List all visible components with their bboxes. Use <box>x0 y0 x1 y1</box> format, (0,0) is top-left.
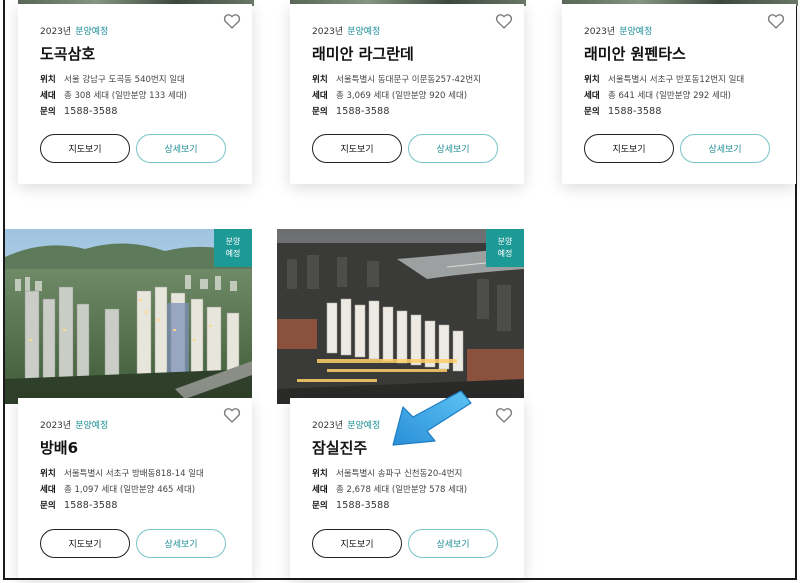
inquiry-label: 문의 <box>312 501 328 511</box>
households-label: 세대 <box>312 91 328 101</box>
location-value: 서울 강남구 도곡동 540번지 일대 <box>64 75 185 85</box>
inquiry-label: 문의 <box>312 107 328 117</box>
view-detail-button[interactable]: 상세보기 <box>136 134 226 163</box>
location-label: 위치 <box>40 75 56 85</box>
location-label: 위치 <box>312 75 328 85</box>
inquiry-label: 문의 <box>584 107 600 117</box>
sale-year: 2023년 분양예정 <box>584 27 653 37</box>
view-detail-button[interactable]: 상세보기 <box>680 134 770 163</box>
location-label: 위치 <box>40 469 56 479</box>
inquiry-label: 문의 <box>40 501 56 511</box>
inquiry-phone: 1588-3588 <box>64 500 118 511</box>
view-map-button[interactable]: 지도보기 <box>312 529 402 558</box>
households-label: 세대 <box>584 91 600 101</box>
listing-card-dogok-samho: 2023년 분양예정 도곡삼호 위치 서울 강남구 도곡동 540번지 일대 세대 총… <box>18 4 252 184</box>
households-value: 총 2,678 세대 (일반분양 578 세대) <box>336 485 468 495</box>
location-label: 위치 <box>584 75 600 85</box>
location-value: 서울특별시 동대문구 이문동257-42번지 <box>336 75 481 85</box>
inquiry-phone: 1588-3588 <box>64 106 118 117</box>
households-label: 세대 <box>312 485 328 495</box>
blue-arrow-icon <box>383 385 473 459</box>
sale-scheduled-badge: 분양 예정 <box>214 229 252 267</box>
sale-status: 분양예정 <box>75 421 109 431</box>
view-map-button[interactable]: 지도보기 <box>584 134 674 163</box>
complex-name: 래미안 원펜타스 <box>584 45 686 63</box>
view-map-button[interactable]: 지도보기 <box>312 134 402 163</box>
households-label: 세대 <box>40 91 56 101</box>
sale-status: 분양예정 <box>347 27 381 37</box>
households-label: 세대 <box>40 485 56 495</box>
location-value: 서울특별시 서초구 반포동12번지 일대 <box>608 75 745 85</box>
inquiry-phone: 1588-3588 <box>336 500 390 511</box>
view-detail-button[interactable]: 상세보기 <box>136 529 226 558</box>
households-value: 총 1,097 세대 (일반분양 465 세대) <box>64 485 196 495</box>
complex-photo[interactable]: 분양 예정 <box>5 229 252 404</box>
location-label: 위치 <box>312 469 328 479</box>
households-value: 총 641 세대 (일반분양 292 세대) <box>608 91 731 101</box>
sale-year: 2023년 분양예정 <box>312 27 381 37</box>
sale-status: 분양예정 <box>347 421 381 431</box>
inquiry-label: 문의 <box>40 107 56 117</box>
sale-year: 2023년 분양예정 <box>40 27 109 37</box>
inquiry-phone: 1588-3588 <box>336 106 390 117</box>
location-value: 서울특별시 서초구 방배동818-14 일대 <box>64 469 204 479</box>
complex-name: 방배6 <box>40 439 79 457</box>
sale-status: 분양예정 <box>619 27 653 37</box>
sale-status: 분양예정 <box>75 27 109 37</box>
complex-name: 래미안 라그란데 <box>312 45 414 63</box>
households-value: 총 308 세대 (일반분양 133 세대) <box>64 91 187 101</box>
location-value: 서울특별시 송파구 신천동20-4번지 <box>336 469 463 479</box>
listing-card-raemian-la-grande: 2023년 분양예정 래미안 라그란데 위치 서울특별시 동대문구 이문동257-4… <box>290 4 524 184</box>
inquiry-phone: 1588-3588 <box>608 106 662 117</box>
view-map-button[interactable]: 지도보기 <box>40 529 130 558</box>
complex-name: 도곡삼호 <box>40 45 96 63</box>
view-map-button[interactable]: 지도보기 <box>40 134 130 163</box>
sale-year: 2023년 분양예정 <box>40 421 109 431</box>
complex-photo[interactable]: 분양 예정 <box>277 229 524 404</box>
sale-scheduled-badge: 분양 예정 <box>486 229 524 267</box>
households-value: 총 3,069 세대 (일반분양 920 세대) <box>336 91 468 101</box>
listing-card-raemian-one-pentas: 2023년 분양예정 래미안 원펜타스 위치 서울특별시 서초구 반포동12번지 일… <box>562 4 796 184</box>
listing-card-bangbae6: 2023년 분양예정 방배6 위치 서울특별시 서초구 방배동818-14 일대 세… <box>18 398 252 578</box>
view-detail-button[interactable]: 상세보기 <box>408 134 498 163</box>
view-detail-button[interactable]: 상세보기 <box>408 529 498 558</box>
